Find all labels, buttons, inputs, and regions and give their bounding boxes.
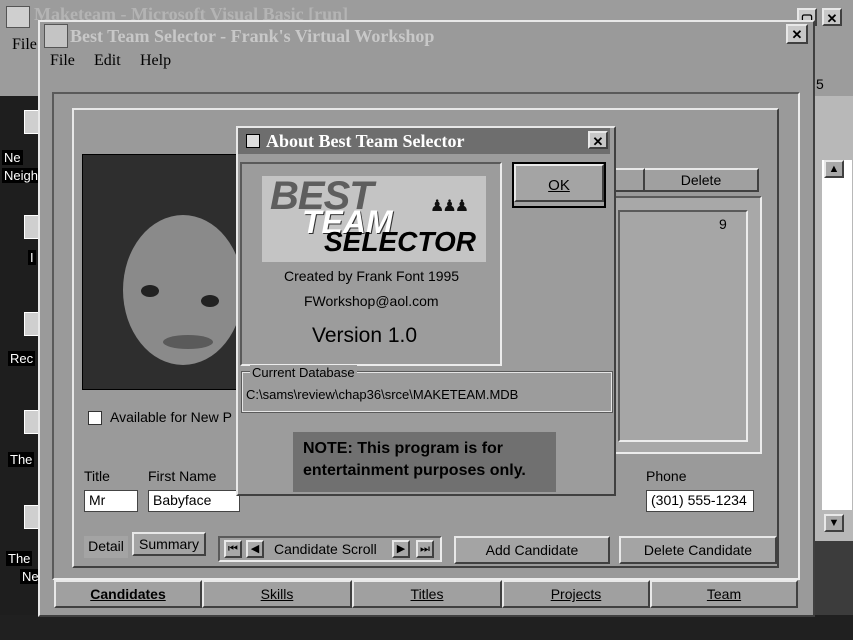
tab-candidates[interactable]: Candidates <box>54 580 202 608</box>
tab-team[interactable]: Team <box>650 580 798 608</box>
desktop-icon-label: I <box>28 250 36 265</box>
desktop-icon-label: The <box>8 452 35 467</box>
title-field[interactable]: Mr <box>84 490 138 512</box>
main-close-button[interactable]: ✕ <box>786 24 808 44</box>
available-checkbox[interactable] <box>88 411 102 425</box>
first-name-field[interactable]: Babyface <box>148 490 240 512</box>
vb-app-icon <box>6 6 30 28</box>
next-record-icon[interactable]: ▶ <box>392 540 410 558</box>
menu-file[interactable]: File <box>50 52 75 70</box>
scroll-down-arrow-icon[interactable]: ▼ <box>824 514 844 532</box>
about-version: Version 1.0 <box>312 324 418 347</box>
current-database-label: Current Database <box>250 365 357 380</box>
phone-label: Phone <box>646 468 687 484</box>
desktop-icon-label: The <box>6 551 33 566</box>
available-checkbox-label: Available for New P <box>110 409 232 425</box>
about-title-bar: About Best Team Selector <box>238 128 610 154</box>
vb-toolbar-fragment: 5 <box>816 76 824 92</box>
about-title: About Best Team Selector <box>266 131 465 151</box>
entertainment-note: NOTE: This program is for entertainment … <box>293 432 556 492</box>
desktop-icon-label: Rec <box>8 351 36 366</box>
about-created-by: Created by Frank Font 1995 <box>284 268 460 284</box>
tab-summary[interactable]: Summary <box>132 532 206 556</box>
menu-help[interactable]: Help <box>140 52 171 70</box>
current-database-path: C:\sams\review\chap36\srce\MAKETEAM.MDB <box>246 387 519 402</box>
tab-titles[interactable]: Titles <box>352 580 502 608</box>
menu-edit[interactable]: Edit <box>94 52 121 70</box>
vb-menu-file[interactable]: File <box>12 36 37 54</box>
best-team-selector-logo: BEST TEAM SELECTOR ♟♟♟ <box>262 176 486 262</box>
team-figures-icon: ♟♟♟ <box>430 198 469 215</box>
app-icon <box>44 24 68 48</box>
title-label: Title <box>84 468 110 484</box>
desktop-bottom-strip <box>0 615 853 640</box>
vb-close-button[interactable]: ✕ <box>822 8 842 26</box>
scroll-up-arrow-icon[interactable]: ▲ <box>824 160 844 178</box>
tab-detail[interactable]: Detail <box>84 536 128 558</box>
tab-projects[interactable]: Projects <box>502 580 650 608</box>
candidate-photo <box>82 154 244 390</box>
background-list <box>822 160 852 510</box>
ok-button[interactable]: OK <box>512 162 606 208</box>
last-record-icon[interactable]: ⏭ <box>416 540 434 558</box>
delete-tab[interactable]: Delete <box>643 168 759 192</box>
first-record-icon[interactable]: ⏮ <box>224 540 242 558</box>
about-app-icon <box>246 134 260 148</box>
desktop-icon-label: Ne <box>2 150 23 165</box>
desktop-icon-label: Neigh <box>2 168 40 183</box>
first-name-label: First Name <box>148 468 217 484</box>
candidate-list[interactable] <box>618 210 748 442</box>
delete-candidate-button[interactable]: Delete Candidate <box>619 536 777 564</box>
about-close-button[interactable]: ✕ <box>588 131 608 149</box>
ok-button-label: OK <box>514 164 604 202</box>
phone-field[interactable]: (301) 555-1234 <box>646 490 754 512</box>
list-value: 9 <box>719 216 727 232</box>
candidate-scroll-label: Candidate Scroll <box>274 541 377 557</box>
tab-skills[interactable]: Skills <box>202 580 352 608</box>
add-candidate-button[interactable]: Add Candidate <box>454 536 610 564</box>
previous-record-icon[interactable]: ◀ <box>246 540 264 558</box>
main-window-title: Best Team Selector - Frank's Virtual Wor… <box>70 26 435 46</box>
about-email: FWorkshop@aol.com <box>304 293 439 309</box>
